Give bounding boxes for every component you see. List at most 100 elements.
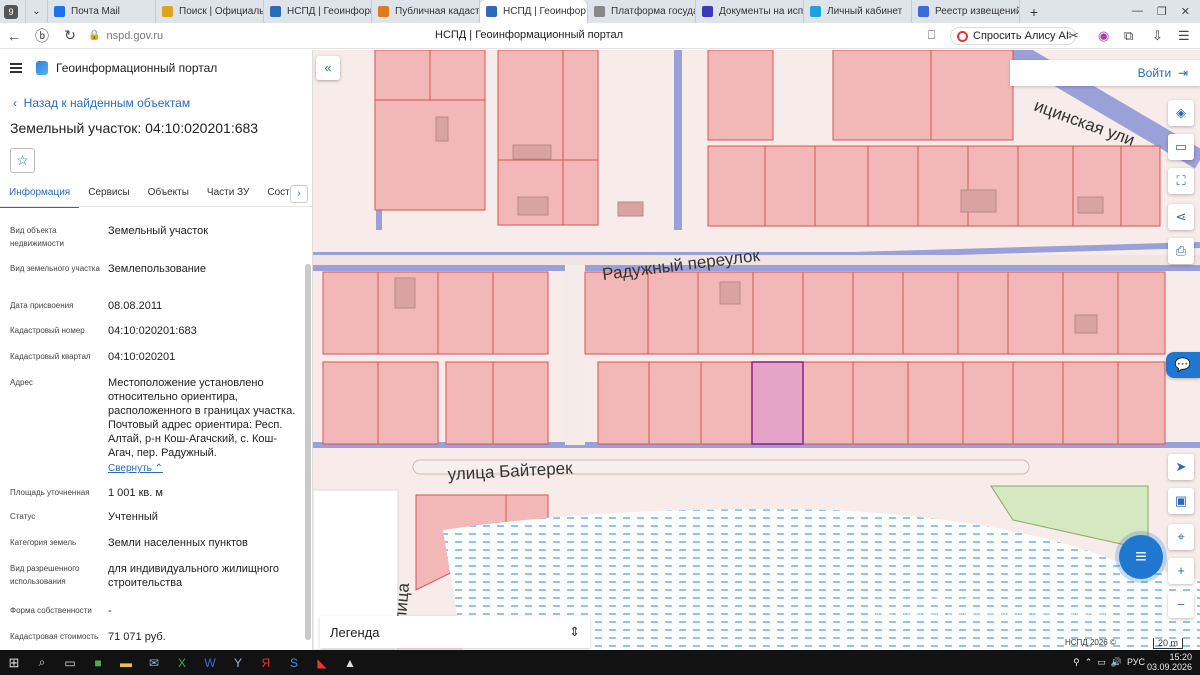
portal-logo [36,61,48,75]
collapse-link[interactable]: Свернуть ⌃ [108,462,163,476]
tab-list-chevron-icon[interactable]: ⌄ [26,0,48,23]
browser-taskbar-icon[interactable]: Y [224,656,252,670]
property-label: Вид разрешенного использования [10,564,80,586]
minimize-icon[interactable]: — [1132,5,1143,18]
new-tab-button[interactable]: + [1020,0,1048,23]
collapse-sidebar-button[interactable]: « [316,56,340,80]
login-button[interactable]: Войти ⇥ [1010,60,1200,86]
browser-tab[interactable]: Личный кабинет [804,0,912,23]
language-indicator[interactable]: РУС [1127,657,1145,667]
print-button[interactable]: ⎙ [1168,238,1194,264]
layers-button[interactable]: ◈ [1168,100,1194,126]
word-icon[interactable]: W [196,656,224,670]
browser-tab-label: Реестр извещений [935,6,1020,17]
tab-objects[interactable]: Объекты [139,182,198,208]
close-window-icon[interactable]: ✕ [1181,5,1190,18]
browser-tab[interactable]: НСПД | Геоинфор✕ [480,0,588,23]
property-value: 08.08.2011 [108,300,163,312]
tab-favicon-icon [270,6,281,17]
browser-tab[interactable]: Поиск | Официальн [156,0,264,23]
browser-menu-icon[interactable]: 9 [0,0,26,23]
basemap-icon: ▣ [1174,493,1188,508]
windows-activation-watermark: Активация Windows [869,594,980,608]
extension-icon[interactable]: ✂ [1068,28,1079,44]
object-sidebar: Геоинформационный портал ‹ Назад к найде… [0,50,313,650]
windows-activation-hint: Чтобы активировать Windows, перейдите в … [869,609,1109,618]
search-icon[interactable]: ⌕ [28,655,56,670]
photos-icon[interactable]: ▲ [336,656,364,670]
yandex-icon[interactable]: Я [252,656,280,670]
mail-icon[interactable]: ✉ [140,656,168,670]
browser-tab[interactable]: Платформа государ [588,0,696,23]
download-icon[interactable]: ⇩ [1152,28,1163,44]
file-explorer-icon[interactable]: ▬ [112,656,140,670]
share-button[interactable]: ⋖ [1168,204,1194,230]
browser-menu-icon[interactable]: ☰ [1178,28,1190,44]
hamburger-menu-icon[interactable] [10,63,22,73]
select-area-button[interactable]: ⛶ [1168,168,1194,194]
browser-tab-label: Личный кабинет [827,6,903,17]
windows-taskbar: ⊞ ⌕ ▭ ■ ▬ ✉ X W Y Я S ◣ ▲ ⚲ ⌃ ▭ 🔊 РУС 15… [0,650,1200,675]
back-to-results-link[interactable]: ‹ Назад к найденным объектам [13,96,190,110]
puzzle-icon[interactable]: ⧉ [1124,28,1133,44]
property-label: Форма собственности [10,606,92,615]
red-app-icon[interactable]: ◣ [308,656,336,670]
s-app-icon[interactable]: S [280,656,308,670]
basemap-button[interactable]: ▣ [1168,488,1194,514]
portal-name: Геоинформационный портал [56,61,218,75]
ai-icon[interactable]: ◉ [1098,28,1109,44]
task-view-icon[interactable]: ▭ [56,656,84,670]
tab-parts[interactable]: Части ЗУ [198,182,258,208]
chat-bubble-icon: 💬 [1174,357,1192,372]
excel-icon[interactable]: X [168,656,196,670]
app-green-icon[interactable]: ■ [84,656,112,670]
windows-start-icon[interactable]: ⊞ [0,655,28,671]
reader-icon[interactable]: ⓑ [28,26,56,46]
favorite-star-button[interactable]: ☆ [10,148,35,173]
print-icon: ⎙ [1175,243,1187,258]
property-value: 04:10:020201 [108,351,176,363]
property-value: Земли населенных пунктов [108,537,248,549]
legend-selector[interactable]: Легенда ⇕ [320,616,590,648]
browser-tab-label: Поиск | Официальн [179,6,264,17]
zoom-out-button[interactable]: − [1168,592,1194,618]
system-tray[interactable]: ⚲ ⌃ ▭ 🔊 РУС [1073,657,1145,668]
chat-lines-icon: ≡ [1135,546,1147,568]
lock-icon[interactable]: 🔒 [88,30,100,41]
reload-icon[interactable]: ↻ [56,27,84,44]
browser-tab[interactable]: НСПД | Геоинформа [264,0,372,23]
tab-favicon-icon [378,6,389,17]
maximize-icon[interactable]: ❐ [1157,5,1167,18]
plus-icon: + [1177,563,1185,578]
selected-parcel[interactable] [751,361,804,445]
chat-assistant-button[interactable]: ≡ [1119,535,1163,579]
alice-icon [957,30,968,42]
zoom-in-button[interactable]: + [1168,558,1194,584]
page-title: НСПД | Геоинформационный портал [435,29,624,41]
bookmark-icon[interactable]: ⎕ [928,28,935,43]
share-icon: ⋖ [1175,209,1187,224]
tab-information[interactable]: Информация [0,182,80,208]
browser-tab-label: Документы на испо [719,6,804,17]
tab-favicon-icon [486,6,497,17]
browser-tab[interactable]: Публичная кадастр [372,0,480,23]
url-field[interactable]: nspd.gov.ru [106,30,163,42]
browser-tab[interactable]: Почта Mail [48,0,156,23]
browser-tab[interactable]: Документы на испо [696,0,804,23]
sidebar-scrollbar[interactable] [305,264,311,640]
map-canvas[interactable]: ицинская ули Радужный переулок улица Бай… [313,50,1200,650]
browser-tab-label: Платформа государ [611,6,696,17]
clock[interactable]: 15:20 03.09.2026 [1147,652,1192,672]
geolocation-button[interactable]: ⌖ [1168,524,1194,550]
tabs-next-button[interactable]: › [290,185,308,203]
browser-tab[interactable]: Реестр извещений [912,0,1020,23]
measure-button[interactable]: ▭ [1168,134,1194,160]
alice-button[interactable]: Спросить Алису AI [950,27,1076,45]
cadastral-map[interactable]: ицинская ули Радужный переулок улица Бай… [313,50,1200,650]
back-arrow-icon[interactable]: ← [0,28,28,44]
locate-button[interactable]: ➤ [1168,454,1194,480]
tab-services[interactable]: Сервисы [79,182,138,208]
navigation-arrow-icon: ➤ [1175,459,1187,474]
support-button[interactable]: 💬 [1166,352,1200,378]
property-value: Местоположение установлено относительно … [108,377,296,459]
